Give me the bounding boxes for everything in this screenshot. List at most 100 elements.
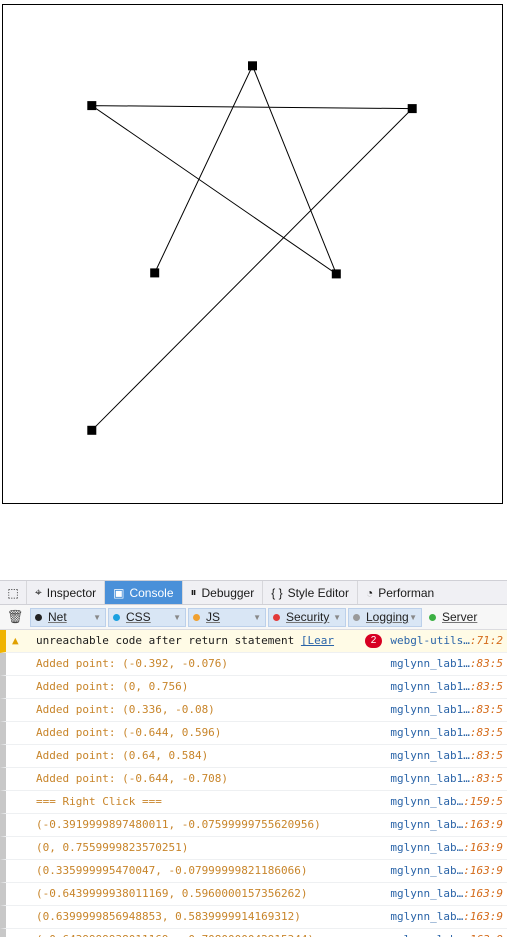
chevron-down-icon: ▼ (409, 612, 417, 622)
filter-label: Logging (366, 610, 409, 624)
warning-text: unreachable code after return statement (36, 634, 301, 647)
warning-icon: ▲ (12, 634, 19, 647)
console-log-row: (-0.6439999938011169, 0.5960000157356262… (0, 883, 507, 906)
console-output: ▲ unreachable code after return statemen… (0, 630, 507, 937)
source-link[interactable]: mglynn_lab…:163:9 (390, 860, 503, 882)
console-log-row: (-0.3919999897480011, -0.075999997556209… (0, 814, 507, 837)
element-picker-button[interactable]: ⬚ (0, 581, 27, 604)
filter-dot-icon (273, 613, 280, 621)
chevron-down-icon: ▼ (253, 612, 261, 622)
filter-css[interactable]: CSS ▼ (108, 607, 186, 627)
tab-label: Style Editor (287, 585, 349, 600)
console-filter-bar: 🗑 Net ▼ CSS ▼ JS ▼ Security ▼ Logging ▼ Server (0, 605, 507, 630)
console-log-row: Added point: (0, 0.756) mglynn_lab1…:83:5 (0, 676, 507, 699)
console-log-row: (0.335999995470047, -0.07999999821186066… (0, 860, 507, 883)
console-log-row: Added point: (0.64, 0.584) mglynn_lab1…:8… (0, 745, 507, 768)
filter-server[interactable]: Server (424, 607, 498, 627)
log-message: (-0.6439999938011169, 0.5960000157356262… (36, 887, 308, 900)
polyline-drawing (87, 61, 417, 435)
console-warning-row: ▲ unreachable code after return statemen… (0, 630, 507, 653)
filter-label: JS (206, 610, 221, 624)
point-marker (407, 104, 417, 114)
tab-style-editor[interactable]: { } Style Editor (263, 581, 358, 604)
log-message: (-0.3919999897480011, -0.075999997556209… (36, 818, 321, 831)
point-marker (150, 268, 160, 278)
filter-dot-icon (193, 613, 200, 621)
performance-icon: ◔ (365, 585, 374, 600)
filter-dot-icon (35, 613, 42, 621)
style-editor-icon: { } (271, 585, 283, 600)
source-link[interactable]: mglynn_lab1…:83:5 (390, 745, 503, 767)
devtools-panel: ⬚ ⌖ Inspector ▣ Console ⏸ Debugger { } S… (0, 580, 507, 937)
source-link[interactable]: webgl-utils…:71:2 (390, 630, 503, 652)
console-icon: ▣ (113, 585, 125, 600)
console-log-row: Added point: (0.336, -0.08) mglynn_lab1…:… (0, 699, 507, 722)
log-message: Added point: (0, 0.756) (36, 680, 189, 693)
devtools-tab-bar: ⬚ ⌖ Inspector ▣ Console ⏸ Debugger { } S… (0, 580, 507, 605)
source-link[interactable]: mglynn_lab1…:83:5 (390, 699, 503, 721)
log-message: Added point: (0.64, 0.584) (36, 749, 209, 762)
log-message: Added point: (0.336, -0.08) (36, 703, 215, 716)
filter-dot-icon (113, 613, 120, 621)
filter-label: Security (286, 610, 330, 624)
tab-label: Performan (378, 585, 435, 600)
trash-icon: 🗑 (6, 609, 24, 625)
log-message: Added point: (-0.644, 0.596) (36, 726, 222, 739)
filter-security[interactable]: Security ▼ (268, 607, 346, 627)
filter-net[interactable]: Net ▼ (30, 607, 106, 627)
chevron-down-icon: ▼ (173, 612, 181, 622)
log-message: (0.335999995470047, -0.07999999821186066… (36, 864, 308, 877)
tab-label: Debugger (201, 585, 255, 600)
log-message: Added point: (-0.392, -0.076) (36, 657, 229, 670)
tab-label: Console (129, 585, 174, 600)
connecting-line (90, 64, 414, 431)
console-log-row: === Right Click === mglynn_lab…:159:5 (0, 791, 507, 814)
source-link[interactable]: mglynn_lab1…:83:5 (390, 768, 503, 790)
source-link[interactable]: mglynn_lab…:159:5 (390, 791, 503, 813)
filter-dot-icon (429, 613, 436, 621)
console-log-row: (0.6399999856948853, 0.5839999914169312)… (0, 906, 507, 929)
filter-label: Net (48, 610, 67, 624)
log-message: Added point: (-0.644, -0.708) (36, 772, 229, 785)
tab-console[interactable]: ▣ Console (105, 581, 183, 604)
console-log-row: Added point: (-0.644, 0.596) mglynn_lab1…… (0, 722, 507, 745)
log-message: (0, 0.7559999823570251) (36, 841, 189, 854)
tab-inspector[interactable]: ⌖ Inspector (27, 581, 106, 604)
source-link[interactable]: mglynn_lab…:163:9 (390, 883, 503, 905)
chevron-down-icon: ▼ (333, 612, 341, 622)
filter-logging[interactable]: Logging ▼ (348, 607, 422, 627)
console-log-row: (-0.6439999938011169, -0.708000004291534… (0, 929, 507, 937)
repeat-count-badge: 2 (365, 634, 382, 648)
source-link[interactable]: mglynn_lab1…:83:5 (390, 722, 503, 744)
console-log-row: (0, 0.7559999823570251) mglynn_lab…:163:9 (0, 837, 507, 860)
console-log-row: Added point: (-0.392, -0.076) mglynn_lab1… (0, 653, 507, 676)
source-link[interactable]: mglynn_lab…:163:9 (390, 906, 503, 928)
log-message: === Right Click === (36, 795, 162, 808)
source-link[interactable]: mglynn_lab…:163:9 (390, 837, 503, 859)
tab-debugger[interactable]: ⏸ Debugger (183, 581, 264, 604)
point-marker (248, 61, 257, 71)
filter-dot-icon (353, 613, 360, 621)
clear-console-button[interactable]: 🗑 (0, 610, 30, 625)
chevron-down-icon: ▼ (93, 612, 101, 622)
learn-more-link[interactable]: [Lear (301, 634, 334, 647)
debugger-icon: ⏸ (190, 585, 197, 599)
webgl-canvas[interactable] (2, 4, 503, 504)
log-message: (0.6399999856948853, 0.5839999914169312) (36, 910, 301, 923)
tab-label: Inspector (46, 585, 97, 600)
tab-performance[interactable]: ◔ Performan (358, 581, 442, 604)
filter-label: CSS (126, 610, 151, 624)
source-link[interactable]: mglynn_lab1…:83:5 (390, 653, 503, 675)
point-marker (331, 269, 341, 279)
inspector-icon: ⌖ (35, 585, 42, 599)
point-marker (87, 101, 97, 111)
console-log-row: Added point: (-0.644, -0.708) mglynn_lab1… (0, 768, 507, 791)
filter-label: Server (442, 610, 478, 624)
point-marker (87, 425, 97, 435)
source-link[interactable]: mglynn_lab1…:83:5 (390, 676, 503, 698)
filter-js[interactable]: JS ▼ (188, 607, 266, 627)
element-picker-icon: ⬚ (7, 585, 19, 600)
source-link[interactable]: mglynn_lab…:163:9 (390, 814, 503, 836)
source-link[interactable]: mglynn_lab…:163:9 (390, 929, 503, 937)
log-message: (-0.6439999938011169, -0.708000004291534… (36, 929, 314, 937)
